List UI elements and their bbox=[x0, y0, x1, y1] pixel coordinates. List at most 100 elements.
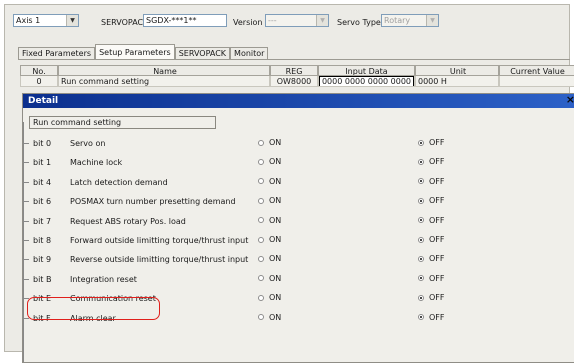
radio-on-icon[interactable] bbox=[258, 236, 264, 243]
radio-on-icon[interactable] bbox=[258, 158, 264, 165]
radio-on-label: ON bbox=[269, 196, 282, 206]
tree-tick bbox=[23, 240, 29, 241]
axis-select[interactable]: Axis 1 ▼ bbox=[13, 14, 79, 27]
bit-number: bit B bbox=[33, 274, 52, 284]
chevron-down-icon[interactable]: ▼ bbox=[426, 15, 438, 26]
header-current-value[interactable]: Current Value bbox=[499, 65, 574, 76]
radio-on[interactable]: ON bbox=[258, 177, 281, 186]
bit-number: bit 7 bbox=[33, 216, 52, 226]
row-reg: OW8000 bbox=[270, 76, 318, 87]
row-input-cell[interactable]: 0000 0000 0000 0000 bbox=[318, 76, 415, 87]
radio-off[interactable]: OFF bbox=[418, 138, 445, 147]
tree-tick bbox=[23, 259, 29, 261]
bit-description: Latch detection demand bbox=[70, 177, 168, 187]
bit-row: bit 8 Forward outside limitting torque/th… bbox=[23, 232, 574, 249]
radio-on[interactable]: ON bbox=[258, 313, 281, 322]
parameter-tabs: Fixed Parameters Setup Parameters SERVOP… bbox=[18, 44, 269, 60]
chevron-down-icon[interactable]: ▼ bbox=[66, 15, 78, 26]
radio-on-label: ON bbox=[269, 138, 282, 147]
radio-off-label: OFF bbox=[429, 273, 445, 283]
bit-description: POSMAX turn number presetting demand bbox=[70, 197, 236, 207]
radio-off-icon[interactable] bbox=[418, 178, 424, 185]
tree-tick bbox=[23, 162, 29, 164]
tree-tick bbox=[23, 220, 29, 222]
servo-type-select-value: Rotary bbox=[384, 16, 411, 25]
radio-off[interactable]: OFF bbox=[418, 235, 445, 244]
radio-on-icon[interactable] bbox=[258, 217, 264, 224]
radio-on-icon[interactable] bbox=[258, 178, 264, 185]
radio-on-label: ON bbox=[269, 215, 282, 225]
bit-row: bit 7 Request ABS rotary Pos. load ON OFF bbox=[23, 213, 574, 230]
radio-off[interactable]: OFF bbox=[418, 293, 445, 302]
radio-on[interactable]: ON bbox=[258, 254, 281, 263]
version-select[interactable]: --- ▼ bbox=[265, 14, 329, 27]
chevron-down-icon[interactable]: ▼ bbox=[316, 15, 328, 26]
radio-off-icon[interactable] bbox=[418, 275, 424, 282]
bit-row: bit 1 Machine lock ON OFF bbox=[23, 154, 574, 171]
servo-type-select[interactable]: Rotary ▼ bbox=[381, 14, 439, 27]
radio-on[interactable]: ON bbox=[258, 196, 281, 205]
table-row[interactable]: 0 Run command setting OW8000 0000 0000 0… bbox=[20, 76, 574, 87]
radio-off-icon[interactable] bbox=[418, 255, 424, 262]
input-data-field[interactable]: 0000 0000 0000 0000 bbox=[319, 76, 414, 86]
radio-off-icon[interactable] bbox=[418, 236, 424, 243]
radio-off-icon[interactable] bbox=[418, 314, 424, 321]
grid-header: No. Name REG Input Data Unit Current Val… bbox=[20, 65, 574, 76]
radio-off-label: OFF bbox=[429, 157, 445, 167]
radio-off-label: OFF bbox=[429, 138, 445, 147]
radio-off-icon[interactable] bbox=[418, 139, 424, 146]
bit-number: bit 8 bbox=[33, 236, 52, 245]
radio-off-icon[interactable] bbox=[418, 294, 424, 301]
bit-number: bit 1 bbox=[33, 158, 52, 168]
radio-off[interactable]: OFF bbox=[418, 177, 445, 186]
radio-off[interactable]: OFF bbox=[418, 216, 445, 225]
header-unit[interactable]: Unit bbox=[415, 65, 499, 76]
radio-on-icon[interactable] bbox=[258, 275, 264, 282]
detail-parameter-field: Run command setting bbox=[29, 116, 216, 129]
version-label: Version bbox=[233, 18, 263, 27]
tab-setup-parameters[interactable]: Setup Parameters bbox=[95, 44, 175, 60]
tree-tick bbox=[23, 278, 29, 280]
header-reg[interactable]: REG bbox=[270, 65, 318, 76]
radio-off[interactable]: OFF bbox=[418, 157, 445, 166]
radio-off-label: OFF bbox=[429, 235, 445, 244]
bit-number: bit 6 bbox=[33, 197, 52, 207]
bit-description: Machine lock bbox=[70, 158, 123, 168]
bit-number: bit 4 bbox=[33, 177, 52, 187]
radio-on[interactable]: ON bbox=[258, 293, 281, 302]
radio-on-label: ON bbox=[269, 176, 282, 186]
servopack-model-field: SGDX-***1** bbox=[143, 14, 227, 27]
radio-off[interactable]: OFF bbox=[418, 313, 445, 322]
row-no: 0 bbox=[20, 76, 58, 87]
tree-tick bbox=[23, 201, 29, 203]
radio-off[interactable]: OFF bbox=[418, 274, 445, 283]
close-icon[interactable]: × bbox=[566, 93, 574, 106]
radio-off[interactable]: OFF bbox=[418, 254, 445, 263]
radio-on-icon[interactable] bbox=[258, 294, 264, 301]
radio-on[interactable]: ON bbox=[258, 235, 281, 244]
radio-on[interactable]: ON bbox=[258, 138, 281, 147]
row-unit: 0000 H bbox=[415, 76, 499, 87]
radio-on[interactable]: ON bbox=[258, 274, 281, 283]
radio-on[interactable]: ON bbox=[258, 157, 281, 166]
bit-number: bit 9 bbox=[33, 255, 52, 265]
header-no[interactable]: No. bbox=[20, 65, 58, 76]
detail-dialog: Detail × Run command setting bit 0 Servo … bbox=[22, 93, 574, 363]
radio-off-icon[interactable] bbox=[418, 158, 424, 165]
header-name[interactable]: Name bbox=[58, 65, 270, 76]
servo-type-label: Servo Type bbox=[337, 18, 381, 27]
row-name: Run command setting bbox=[58, 76, 270, 87]
header-input-data[interactable]: Input Data bbox=[318, 65, 415, 76]
bit-row: bit B Integration reset ON OFF bbox=[23, 271, 574, 288]
radio-on-icon[interactable] bbox=[258, 255, 264, 262]
radio-off[interactable]: OFF bbox=[418, 196, 445, 205]
radio-on-label: ON bbox=[269, 157, 282, 167]
radio-on[interactable]: ON bbox=[258, 216, 281, 225]
radio-off-icon[interactable] bbox=[418, 217, 424, 224]
radio-off-label: OFF bbox=[429, 312, 445, 322]
radio-on-icon[interactable] bbox=[258, 197, 264, 204]
radio-on-icon[interactable] bbox=[258, 314, 264, 321]
bit-row: bit 9 Reverse outside limitting torque/th… bbox=[23, 251, 574, 268]
radio-off-icon[interactable] bbox=[418, 197, 424, 204]
radio-on-icon[interactable] bbox=[258, 139, 264, 146]
